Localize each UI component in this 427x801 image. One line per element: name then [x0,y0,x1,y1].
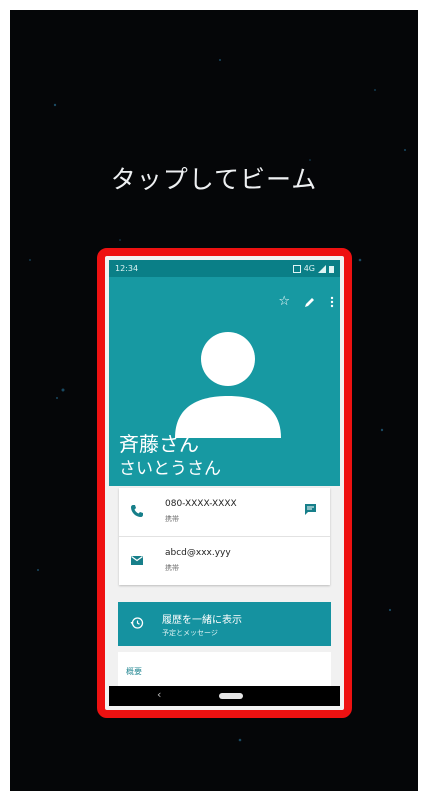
contact-details-card: 080-XXXX-XXXX 携帯 abcd@xxx.yyy 携帯 [119,488,330,585]
history-button[interactable]: 履歴を一緒に表示 予定とメッセージ [118,602,331,646]
email-icon [131,556,143,565]
navigation-bar: ‹ [109,686,340,706]
summary-section: 概要 [118,652,331,686]
network-type: 4G [303,264,315,273]
history-subtitle: 予定とメッセージ [162,629,218,637]
email-label: 携帯 [165,564,179,572]
back-icon[interactable]: ‹ [157,688,161,701]
phone-row[interactable]: 080-XXXX-XXXX 携帯 [119,488,330,536]
contact-toolbar: ☆ [278,295,334,308]
contact-name: 斉藤さん [119,432,199,456]
pencil-icon[interactable] [304,296,316,308]
status-bar: 12:34 4G [109,260,340,277]
signal-icon [318,264,326,273]
contact-header: ☆ 斉藤さん さいとうさん [109,277,340,486]
star-icon[interactable]: ☆ [278,295,290,308]
email-row[interactable]: abcd@xxx.yyy 携帯 [119,536,330,585]
more-vertical-icon[interactable] [330,296,334,308]
message-icon[interactable] [304,503,317,516]
avatar-icon [175,332,281,438]
contact-reading: さいとうさん [119,459,221,479]
status-time: 12:34 [115,264,139,273]
history-icon [130,617,144,629]
battery-icon [329,265,334,273]
home-pill-icon[interactable] [219,693,243,699]
history-title: 履歴を一緒に表示 [162,615,242,626]
phone-label: 携帯 [165,515,179,523]
phone-number: 080-XXXX-XXXX [165,499,237,509]
beam-instruction: タップしてビーム [110,165,318,194]
contact-screenshot[interactable]: 12:34 4G ☆ 斉藤さん さいとうさん 080-XXXX-XXXX 携帯 … [109,260,340,706]
summary-label: 概要 [126,667,142,676]
nfc-icon [292,264,301,273]
email-address: abcd@xxx.yyy [165,548,231,558]
status-icons: 4G [292,264,334,273]
phone-icon [131,505,143,517]
beam-screen: タップしてビーム 12:34 4G ☆ 斉藤さん さいとうさん 080-XXXX… [10,10,418,791]
tap-target-highlight[interactable]: 12:34 4G ☆ 斉藤さん さいとうさん 080-XXXX-XXXX 携帯 … [97,248,352,718]
